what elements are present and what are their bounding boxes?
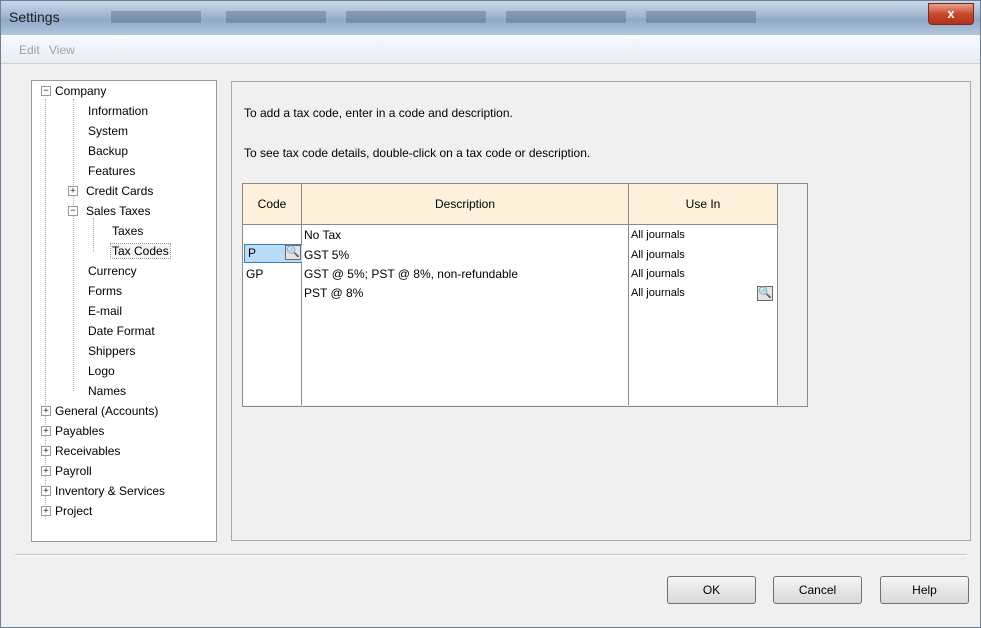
footer-separator xyxy=(15,554,967,556)
tree-line xyxy=(73,99,74,391)
menu-edit[interactable]: Edit xyxy=(19,43,40,57)
use-in-cell[interactable]: All journals xyxy=(631,284,685,303)
ok-button[interactable]: OK xyxy=(667,576,756,604)
expand-icon[interactable]: + xyxy=(41,466,51,476)
window-title: Settings xyxy=(9,9,60,25)
menu-view[interactable]: View xyxy=(49,43,75,57)
tree-item-label: Sales Taxes xyxy=(86,204,151,218)
cancel-button[interactable]: Cancel xyxy=(773,576,862,604)
menu-bar: Edit View xyxy=(1,35,980,64)
title-bar-blur xyxy=(506,11,626,23)
column-header-use-in[interactable]: Use In xyxy=(629,184,778,225)
magnifier-icon[interactable]: 🔍 xyxy=(757,286,773,301)
expand-icon[interactable]: + xyxy=(41,486,51,496)
tree-item-label: E-mail xyxy=(88,304,123,318)
tree-line xyxy=(93,218,94,252)
title-bar-blur xyxy=(346,11,486,23)
title-bar-blur xyxy=(111,11,201,23)
title-bar[interactable]: Settings x xyxy=(1,1,980,35)
tree-item-label: Date Format xyxy=(88,324,155,338)
tree-item-label: Features xyxy=(88,164,136,178)
description-cell[interactable]: GST @ 5%; PST @ 8%, non-refundable xyxy=(304,265,518,284)
tree-item-label: Payables xyxy=(55,424,105,438)
help-button[interactable]: Help xyxy=(880,576,969,604)
instruction-details: To see tax code details, double-click on… xyxy=(244,146,591,160)
tree-item-backup[interactable]: Backup xyxy=(88,142,128,160)
tree-item-email[interactable]: E-mail xyxy=(88,302,122,320)
description-column: No Tax GST 5% GST @ 5%; PST @ 8%, non-re… xyxy=(302,225,629,405)
expand-icon[interactable]: + xyxy=(41,426,51,436)
tree-item-label: Logo xyxy=(88,364,115,378)
expand-icon[interactable]: + xyxy=(41,446,51,456)
use-in-column: All journals All journals All journals A… xyxy=(629,225,778,405)
use-in-cell[interactable]: All journals xyxy=(631,226,685,245)
settings-window: Settings x Edit View − Company Informati… xyxy=(0,0,981,628)
tree-item-system[interactable]: System xyxy=(88,122,128,140)
tree-item-taxes[interactable]: Taxes xyxy=(112,222,143,240)
tree-item-label: Payroll xyxy=(55,464,92,478)
tree-item-logo[interactable]: Logo xyxy=(88,362,115,380)
tree-item-label: Project xyxy=(55,504,93,518)
tree-item-date-format[interactable]: Date Format xyxy=(88,322,155,340)
code-input-value: P xyxy=(248,246,257,260)
expand-icon[interactable]: + xyxy=(68,186,78,196)
tree-item-label: Tax Codes xyxy=(110,243,171,259)
code-input-active[interactable]: P 🔍 xyxy=(244,244,303,263)
tax-code-grid: Code Description Use In G GP P 🔍 No Tax … xyxy=(242,183,808,407)
column-header-code[interactable]: Code xyxy=(243,184,302,225)
tree-item-features[interactable]: Features xyxy=(88,162,135,180)
tree-item-label: Credit Cards xyxy=(86,184,154,198)
expand-icon[interactable]: + xyxy=(41,506,51,516)
tree-item-shippers[interactable]: Shippers xyxy=(88,342,135,360)
use-in-cell[interactable]: All journals xyxy=(631,246,685,265)
title-bar-blur xyxy=(646,11,756,23)
close-button[interactable]: x xyxy=(928,3,974,25)
title-bar-blur xyxy=(226,11,326,23)
description-cell[interactable]: PST @ 8% xyxy=(304,284,363,303)
description-cell[interactable]: No Tax xyxy=(304,226,341,245)
tree-item-label: Receivables xyxy=(55,444,121,458)
tree-item-label: Company xyxy=(55,84,107,98)
tree-item-currency[interactable]: Currency xyxy=(88,262,137,280)
tree-item-label: Forms xyxy=(88,284,122,298)
settings-tree[interactable]: − Company Information System Backup Feat… xyxy=(31,80,217,542)
collapse-icon[interactable]: − xyxy=(41,86,51,96)
tree-item-label: Taxes xyxy=(112,224,144,238)
tree-line xyxy=(45,99,46,519)
tree-item-label: Information xyxy=(88,104,149,118)
tree-item-label: Backup xyxy=(88,144,129,158)
code-cell[interactable]: GP xyxy=(246,265,263,284)
tree-item-information[interactable]: Information xyxy=(88,102,148,120)
close-icon: x xyxy=(947,6,955,21)
magnifier-icon[interactable]: 🔍 xyxy=(285,245,301,260)
tree-item-tax-codes[interactable]: Tax Codes xyxy=(110,242,171,260)
tree-item-label: General (Accounts) xyxy=(55,404,159,418)
tree-item-label: Inventory & Services xyxy=(55,484,166,498)
tree-item-label: System xyxy=(88,124,129,138)
expand-icon[interactable]: + xyxy=(41,406,51,416)
tree-item-label: Shippers xyxy=(88,344,136,358)
collapse-icon[interactable]: − xyxy=(68,206,78,216)
column-header-description[interactable]: Description xyxy=(302,184,629,225)
description-cell[interactable]: GST 5% xyxy=(304,246,349,265)
tree-item-label: Names xyxy=(88,384,127,398)
tree-item-label: Currency xyxy=(88,264,137,278)
tree-item-forms[interactable]: Forms xyxy=(88,282,122,300)
tree-item-names[interactable]: Names xyxy=(88,382,126,400)
instruction-add: To add a tax code, enter in a code and d… xyxy=(244,106,513,120)
use-in-cell[interactable]: All journals xyxy=(631,265,685,284)
